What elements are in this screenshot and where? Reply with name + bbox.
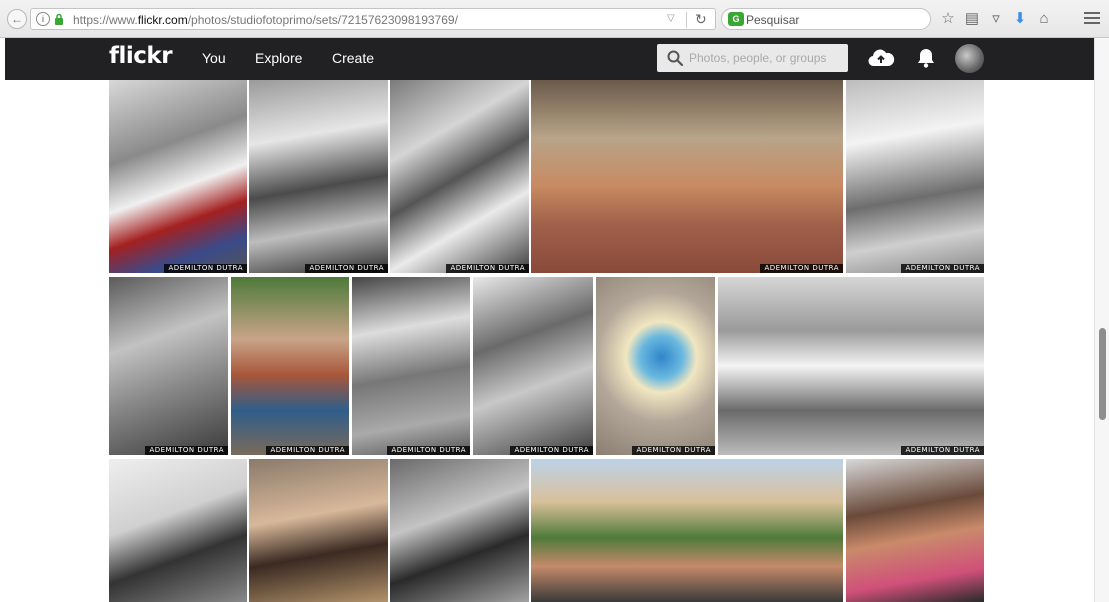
photo-watermark: ADEMILTON DUTRA	[145, 446, 228, 455]
search-engine-icon: G	[728, 12, 744, 26]
photo-watermark: ADEMILTON DUTRA	[446, 264, 529, 273]
photo-tile[interactable]: ADEMILTON DUTRA	[231, 277, 349, 455]
nav-you[interactable]: You	[202, 50, 226, 66]
nav-create[interactable]: Create	[332, 50, 374, 66]
browser-toolbar: ← i https://www.flickr.com/photos/studio…	[0, 0, 1109, 38]
nav-explore[interactable]: Explore	[255, 50, 302, 66]
photo-watermark: ADEMILTON DUTRA	[510, 446, 593, 455]
photo-watermark: ADEMILTON DUTRA	[632, 446, 715, 455]
photo-tile[interactable]	[390, 459, 529, 602]
info-icon[interactable]: i	[36, 12, 50, 26]
search-icon	[667, 50, 684, 67]
page-scrollbar[interactable]	[1094, 38, 1109, 602]
flickr-header: flickr You Explore Create Photos, people…	[5, 38, 1094, 80]
photo-tile[interactable]: ADEMILTON DUTRA	[109, 80, 247, 273]
photo-tile[interactable]	[109, 459, 247, 602]
photo-tile[interactable]: ADEMILTON DUTRA	[249, 80, 388, 273]
flickr-search-input[interactable]: Photos, people, or groups	[657, 44, 848, 72]
photo-watermark: ADEMILTON DUTRA	[266, 446, 349, 455]
photo-tile[interactable]: ADEMILTON DUTRA	[473, 277, 593, 455]
upload-cloud-icon[interactable]	[867, 46, 895, 70]
browser-icon-group: ☆ ▤ ▿ ⬇ ⌂	[936, 9, 1056, 29]
hamburger-menu-icon[interactable]	[1082, 9, 1102, 29]
photo-tile[interactable]: ADEMILTON DUTRA	[390, 80, 529, 273]
flickr-logo[interactable]: flickr	[109, 43, 173, 69]
photo-tile[interactable]: ADEMILTON DUTRA	[531, 80, 843, 273]
search-placeholder: Pesquisar	[746, 13, 800, 27]
photo-grid: ADEMILTON DUTRA ADEMILTON DUTRA ADEMILTO…	[0, 80, 1094, 602]
bell-icon[interactable]	[916, 47, 936, 69]
photo-watermark: ADEMILTON DUTRA	[901, 264, 984, 273]
photo-tile[interactable]: ADEMILTON DUTRA	[352, 277, 470, 455]
pocket-icon[interactable]: ▿	[984, 9, 1008, 29]
url-bar[interactable]: i https://www.flickr.com/photos/studiofo…	[30, 8, 716, 30]
photo-watermark: ADEMILTON DUTRA	[901, 446, 984, 455]
photo-watermark: ADEMILTON DUTRA	[387, 446, 470, 455]
url-text: https://www.flickr.com/photos/studiofoto…	[73, 13, 458, 27]
chevron-down-icon[interactable]: ▽	[667, 13, 675, 24]
photo-tile[interactable]: ADEMILTON DUTRA	[718, 277, 984, 455]
search-placeholder: Photos, people, or groups	[689, 51, 827, 65]
photo-tile[interactable]	[846, 459, 984, 602]
browser-search-input[interactable]: G Pesquisar	[721, 8, 931, 30]
reload-icon[interactable]: ↻	[695, 11, 707, 28]
photo-tile[interactable]	[249, 459, 388, 602]
photo-watermark: ADEMILTON DUTRA	[164, 264, 247, 273]
home-icon[interactable]: ⌂	[1032, 9, 1056, 29]
download-icon[interactable]: ⬇	[1008, 9, 1032, 29]
back-arrow-icon[interactable]: ←	[7, 9, 27, 29]
divider	[686, 12, 687, 28]
avatar[interactable]	[955, 44, 984, 73]
photo-tile[interactable]: ADEMILTON DUTRA	[846, 80, 984, 273]
photo-tile[interactable]: ADEMILTON DUTRA	[109, 277, 228, 455]
lock-icon	[55, 13, 63, 25]
photo-tile[interactable]	[531, 459, 843, 602]
scrollbar-thumb[interactable]	[1099, 328, 1106, 420]
reading-list-icon[interactable]: ▤	[960, 9, 984, 29]
star-icon[interactable]: ☆	[936, 9, 960, 29]
photo-watermark: ADEMILTON DUTRA	[305, 264, 388, 273]
photo-tile[interactable]: ADEMILTON DUTRA	[596, 277, 715, 455]
photo-watermark: ADEMILTON DUTRA	[760, 264, 843, 273]
